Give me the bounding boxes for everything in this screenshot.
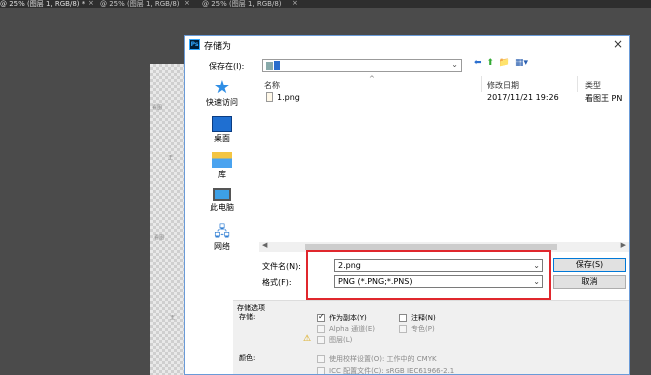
column-header-name[interactable]: 名称 <box>264 80 280 91</box>
file-name: 1.png <box>277 93 300 102</box>
cancel-button[interactable]: 取消 <box>553 275 626 289</box>
warning-icon: ⚠ <box>303 334 312 344</box>
place-label: 快速访问 <box>206 98 238 107</box>
file-row[interactable]: 1.png 2017/11/21 19:26 看图王 PN <box>259 92 629 104</box>
place-label: 此电脑 <box>210 203 234 212</box>
place-quick-access[interactable]: ★ 快速访问 <box>193 78 251 114</box>
star-icon: ★ <box>213 77 231 98</box>
chevron-down-icon[interactable]: ⌄ <box>533 276 540 287</box>
filename-field[interactable]: 2.png ⌄ <box>334 259 543 272</box>
as-copy-label: 作为副本(Y) <box>329 314 367 322</box>
layers-label: 图层(L) <box>329 336 353 344</box>
close-icon[interactable]: × <box>613 37 623 51</box>
save-as-dialog: Ps 存储为 × 保存在(I): ⌄ ⬅ ⬆ 📁 ▦▾ ★ 快速访问 桌面 库 … <box>184 35 630 375</box>
save-in-label: 保存在(I): <box>209 62 245 71</box>
sort-ascending-icon: ^ <box>369 75 375 83</box>
use-proof-label: 使用校样设置(O): 工作中的 CMYK <box>329 355 437 363</box>
dialog-title: 存储为 <box>204 42 232 52</box>
notes-label: 注释(N) <box>411 314 436 322</box>
up-folder-icon[interactable]: ⬆ <box>486 58 494 68</box>
scroll-thumb[interactable] <box>305 244 557 250</box>
icc-checkbox[interactable] <box>317 367 325 374</box>
canvas-watermark: 王 <box>170 315 176 321</box>
filename-value: 2.png <box>338 261 361 270</box>
column-divider[interactable] <box>577 76 578 92</box>
document-tab[interactable]: @ 25% (图层 1, RGB/8) <box>100 0 180 8</box>
chevron-down-icon[interactable]: ⌄ <box>451 60 458 69</box>
notes-checkbox[interactable] <box>399 314 407 322</box>
horizontal-scrollbar[interactable]: ◀ ▶ <box>259 241 629 252</box>
library-icon <box>212 152 232 168</box>
column-divider[interactable] <box>481 76 482 92</box>
alpha-label: Alpha 通道(E) <box>329 325 376 333</box>
place-label: 库 <box>218 170 226 179</box>
close-tab-icon[interactable]: × <box>184 0 190 7</box>
column-header-modified[interactable]: 修改日期 <box>487 80 519 91</box>
filename-label: 文件名(N): <box>262 262 301 271</box>
use-proof-checkbox[interactable] <box>317 355 325 363</box>
selected-folder-highlight <box>274 61 280 70</box>
computer-icon <box>213 188 231 201</box>
icc-label: ICC 配置文件(C): sRGB IEC61966-2.1 <box>329 367 455 375</box>
document-tab[interactable]: @ 25% (图层 1, RGB/8) * <box>0 0 85 8</box>
file-modified: 2017/11/21 19:26 <box>487 93 559 102</box>
dialog-toolbar: ⬅ ⬆ 📁 ▦▾ <box>474 58 530 68</box>
network-icon: 🖧 <box>214 224 230 240</box>
place-label: 网络 <box>214 242 230 251</box>
save-options-panel: 存储选项 存储: 作为副本(Y) Alpha 通道(E) ⚠ 图层(L) 注释(… <box>233 300 629 375</box>
layers-checkbox[interactable] <box>317 336 325 344</box>
scroll-right-icon[interactable]: ▶ <box>621 241 626 249</box>
dialog-titlebar[interactable]: Ps 存储为 × <box>185 36 629 54</box>
folder-icon <box>266 62 273 70</box>
as-copy-checkbox[interactable] <box>317 312 325 322</box>
spot-checkbox[interactable] <box>399 325 407 333</box>
color-label: 颜色: <box>239 354 256 362</box>
save-in-dropdown[interactable]: ⌄ <box>262 59 462 72</box>
places-bar: ★ 快速访问 桌面 库 此电脑 🖧 网络 <box>193 78 251 258</box>
canvas-watermark: 看图 <box>154 235 165 241</box>
format-value: PNG (*.PNG;*.PNS) <box>338 277 413 286</box>
close-tab-icon[interactable]: × <box>88 0 94 7</box>
png-file-icon <box>266 92 273 102</box>
canvas-watermark: 看图 <box>152 105 163 111</box>
view-menu-icon[interactable]: ▦▾ <box>515 58 528 68</box>
spot-label: 专色(P) <box>411 325 435 333</box>
place-label: 桌面 <box>214 134 230 143</box>
file-list[interactable]: ^ 名称 修改日期 类型 1.png 2017/11/21 19:26 看图王 … <box>259 75 629 252</box>
canvas-watermark: 王 <box>168 155 174 161</box>
document-tab[interactable]: @ 25% (图层 1, RGB/8) <box>202 0 282 8</box>
format-label: 格式(F): <box>262 278 292 287</box>
place-this-pc[interactable]: 此电脑 <box>193 186 251 222</box>
chevron-down-icon[interactable]: ⌄ <box>533 260 540 271</box>
back-icon[interactable]: ⬅ <box>474 58 482 68</box>
new-folder-icon[interactable]: 📁 <box>499 58 510 68</box>
save-button[interactable]: 保存(S) <box>553 258 626 272</box>
close-tab-icon[interactable]: × <box>292 0 298 7</box>
format-select[interactable]: PNG (*.PNG;*.PNS) ⌄ <box>334 275 543 288</box>
file-type: 看图王 PN <box>585 94 623 103</box>
place-desktop[interactable]: 桌面 <box>193 114 251 150</box>
place-network[interactable]: 🖧 网络 <box>193 222 251 258</box>
store-label: 存储: <box>239 313 256 321</box>
alpha-checkbox[interactable] <box>317 325 325 333</box>
photoshop-icon: Ps <box>189 39 200 50</box>
document-tab-bar: @ 25% (图层 1, RGB/8) * × @ 25% (图层 1, RGB… <box>0 0 651 8</box>
column-header-type[interactable]: 类型 <box>585 80 601 91</box>
desktop-icon <box>212 116 232 132</box>
place-library[interactable]: 库 <box>193 150 251 186</box>
scroll-left-icon[interactable]: ◀ <box>262 241 267 249</box>
